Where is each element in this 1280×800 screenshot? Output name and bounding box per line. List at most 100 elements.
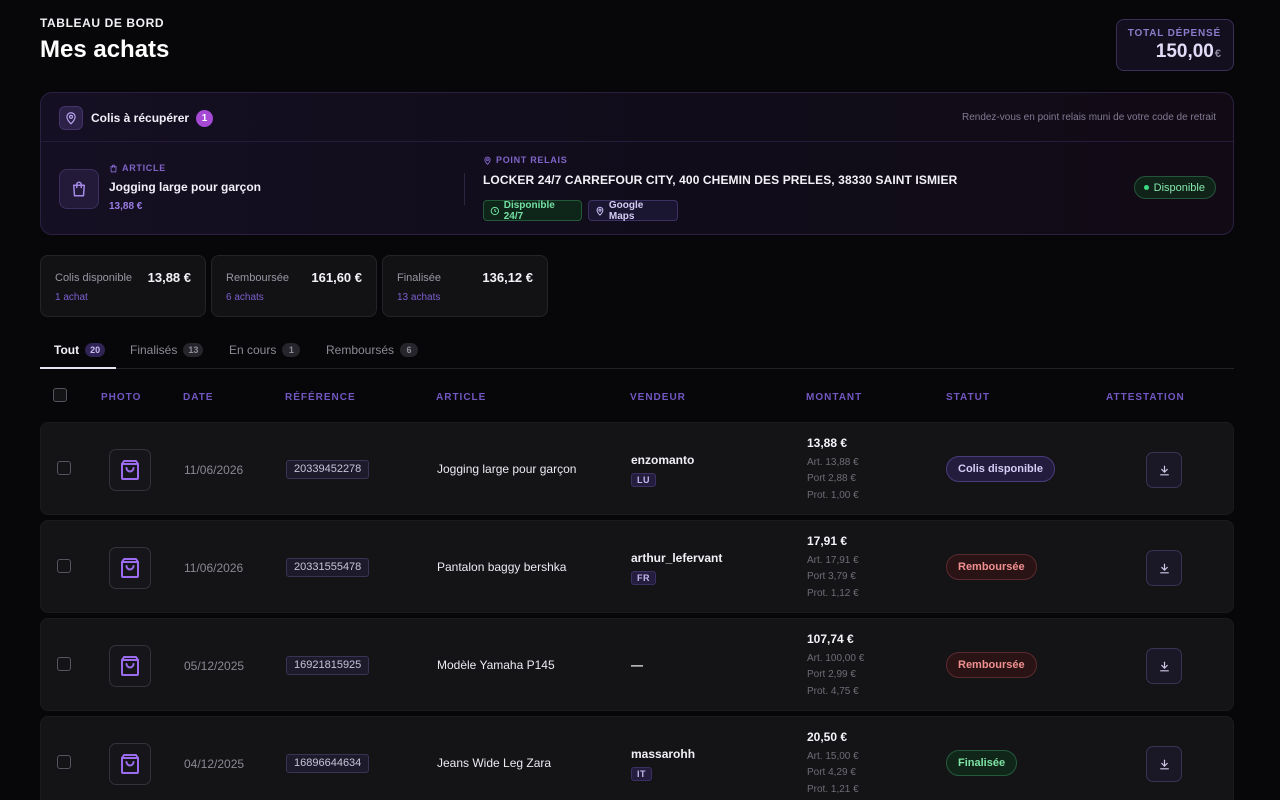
- download-icon: [1159, 759, 1169, 769]
- tab-count: 20: [85, 343, 106, 357]
- row-reference: 20331555478: [286, 558, 370, 577]
- row-article-price: Art. 17,91 €: [807, 555, 859, 566]
- open-24-7-label: Disponible 24/7: [503, 199, 555, 222]
- column-photo: PHOTO: [101, 392, 142, 403]
- row-checkbox[interactable]: [57, 657, 71, 671]
- row-checkbox[interactable]: [57, 559, 71, 573]
- total-spent-card: TOTAL DÉPENSÉ 150,00€: [1116, 19, 1234, 71]
- row-article: Jogging large pour garçon: [437, 462, 577, 476]
- clock-icon: [490, 206, 500, 215]
- row-article: Modèle Yamaha P145: [437, 658, 555, 672]
- stat-label: Colis disponible: [55, 272, 133, 284]
- tab-label: Finalisés: [130, 343, 178, 357]
- tab-all[interactable]: Tout 20: [54, 343, 106, 357]
- pickup-article-name: Jogging large pour garçon: [109, 180, 262, 194]
- row-amount: 13,88 €: [807, 436, 848, 450]
- status-badge: Remboursée: [946, 554, 1037, 580]
- table-row[interactable]: 05/12/2025 16921815925 Modèle Yamaha P14…: [40, 618, 1234, 711]
- column-reference: RÉFÉRENCE: [285, 392, 356, 403]
- row-date: 11/06/2026: [184, 561, 244, 575]
- row-shipping-price: Port 2,88 €: [807, 473, 856, 484]
- page-title: Mes achats: [40, 36, 170, 63]
- row-article-price: Art. 15,00 €: [807, 751, 859, 762]
- table-row[interactable]: 11/06/2026 20331555478 Pantalon baggy be…: [40, 520, 1234, 613]
- row-article-price: Art. 13,88 €: [807, 457, 859, 468]
- pickup-relay-label-text: POINT RELAIS: [496, 155, 568, 165]
- select-all-checkbox[interactable]: [53, 388, 67, 402]
- bag-small-icon: [110, 164, 117, 172]
- pickup-relay-label: POINT RELAIS: [483, 155, 567, 165]
- row-protection-fee: Prot. 4,75 €: [807, 686, 859, 697]
- status-dot-icon: [1143, 185, 1149, 190]
- tab-label: Tout: [54, 343, 80, 357]
- total-spent-currency: €: [1214, 48, 1221, 60]
- download-certificate-button[interactable]: [1146, 452, 1182, 488]
- stat-label: Remboursée: [226, 272, 289, 284]
- table-header: PHOTO DATE RÉFÉRENCE ARTICLE VENDEUR MON…: [40, 380, 1234, 414]
- row-protection-fee: Prot. 1,12 €: [807, 588, 859, 599]
- row-reference: 16921815925: [286, 656, 370, 675]
- row-seller: massarohh: [631, 747, 696, 761]
- tab-finalized[interactable]: Finalisés 13: [130, 343, 204, 357]
- download-certificate-button[interactable]: [1146, 746, 1182, 782]
- shopping-bag-icon: [109, 547, 151, 589]
- map-pin-small-icon: [484, 156, 491, 165]
- tab-in-progress[interactable]: En cours 1: [229, 343, 301, 357]
- tab-label: En cours: [229, 343, 277, 357]
- row-shipping-price: Port 3,79 €: [807, 571, 856, 582]
- download-icon: [1159, 465, 1169, 475]
- column-seller: VENDEUR: [630, 392, 686, 403]
- tab-refunded[interactable]: Remboursés 6: [326, 343, 419, 357]
- row-seller: arthur_lefervant: [631, 551, 723, 565]
- pickup-article-price: 13,88 €: [109, 201, 143, 212]
- row-checkbox[interactable]: [57, 755, 71, 769]
- table-row[interactable]: 04/12/2025 16896644634 Jeans Wide Leg Za…: [40, 716, 1234, 800]
- row-protection-fee: Prot. 1,00 €: [807, 490, 859, 501]
- pickup-status-badge: Disponible: [1133, 176, 1216, 199]
- pickup-article-label-text: ARTICLE: [122, 163, 166, 173]
- stat-value: 161,60 €: [311, 270, 362, 285]
- row-checkbox[interactable]: [57, 461, 71, 475]
- total-spent-amount: 150,00: [1155, 41, 1214, 62]
- row-date: 05/12/2025: [184, 659, 245, 673]
- column-date: DATE: [183, 392, 214, 403]
- tab-label: Remboursés: [326, 343, 395, 357]
- active-tab-indicator: [40, 367, 116, 369]
- row-article: Jeans Wide Leg Zara: [437, 756, 552, 770]
- row-reference: 20339452278: [286, 460, 370, 479]
- row-country-badge: LU: [631, 473, 656, 487]
- column-certificate: ATTESTATION: [1106, 392, 1185, 403]
- table-row[interactable]: 11/06/2026 20339452278 Jogging large pou…: [40, 422, 1234, 515]
- row-shipping-price: Port 4,29 €: [807, 767, 856, 778]
- filter-tabs: Tout 20 Finalisés 13 En cours 1 Rembours…: [40, 333, 1234, 369]
- google-maps-link[interactable]: Google Maps: [588, 200, 678, 222]
- stat-label: Finalisée: [397, 272, 442, 284]
- row-seller: enzomanto: [631, 453, 695, 467]
- row-article-price: Art. 100,00 €: [807, 653, 865, 664]
- row-amount: 17,91 €: [807, 534, 848, 548]
- pickup-status-label: Disponible: [1153, 181, 1205, 194]
- stat-count: 6 achats: [226, 292, 264, 303]
- pickup-divider: [464, 173, 465, 205]
- shopping-bag-icon: [109, 743, 151, 785]
- row-date: 11/06/2026: [184, 463, 244, 477]
- row-date: 04/12/2025: [184, 757, 245, 771]
- row-protection-fee: Prot. 1,21 €: [807, 784, 859, 795]
- row-reference: 16896644634: [286, 754, 370, 773]
- tab-count: 1: [282, 343, 301, 357]
- row-shipping-price: Port 2,99 €: [807, 669, 856, 680]
- map-pin-icon: [59, 106, 83, 130]
- download-certificate-button[interactable]: [1146, 550, 1182, 586]
- tab-count: 6: [400, 343, 419, 357]
- row-article: Pantalon baggy bershka: [437, 560, 567, 574]
- status-badge: Colis disponible: [946, 456, 1055, 482]
- pickup-relay-address: LOCKER 24/7 CARREFOUR CITY, 400 CHEMIN D…: [483, 173, 958, 187]
- row-country-badge: IT: [631, 767, 652, 781]
- status-badge: Remboursée: [946, 652, 1037, 678]
- row-seller: —: [631, 658, 643, 672]
- total-spent-label: TOTAL DÉPENSÉ: [1127, 28, 1221, 39]
- purchases-page: TABLEAU DE BORD Mes achats TOTAL DÉPENSÉ…: [40, 0, 1234, 800]
- status-badge: Finalisée: [946, 750, 1018, 776]
- column-article: ARTICLE: [436, 392, 487, 403]
- download-certificate-button[interactable]: [1146, 648, 1182, 684]
